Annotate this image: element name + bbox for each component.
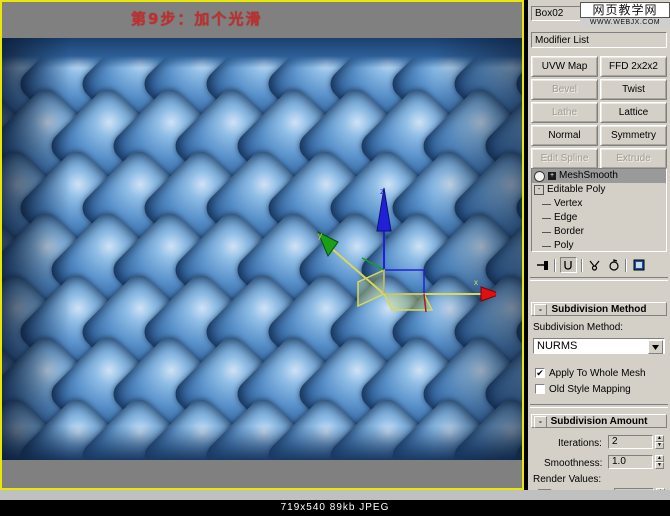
stack-item-label: Edge <box>554 212 578 223</box>
rollout-header-subdivision-method[interactable]: - Subdivision Method <box>531 302 667 316</box>
smoothness-field[interactable]: 1.0 <box>608 455 653 469</box>
label-old-style-mapping: Old Style Mapping <box>549 384 631 395</box>
modifier-button-twist[interactable]: Twist <box>600 79 667 100</box>
label-smoothness: Smoothness: <box>544 458 603 469</box>
command-panel: Box02 Modifier List UVW Map FFD 2x2x2 Beve… <box>528 0 670 500</box>
chevron-down-icon[interactable] <box>648 340 663 354</box>
show-end-result-icon[interactable] <box>560 257 577 273</box>
stack-item-vertex[interactable]: Vertex <box>532 197 666 211</box>
iterations-field[interactable]: 2 <box>608 435 653 449</box>
axis-label-y: y <box>318 231 322 240</box>
modifier-button-extrude: Extrude <box>600 148 667 169</box>
stack-item-poly[interactable]: Poly <box>532 239 666 251</box>
stack-item-label: Vertex <box>554 198 583 209</box>
stack-item-editable-poly[interactable]: - Editable Poly <box>532 183 666 197</box>
make-unique-icon[interactable] <box>587 258 602 272</box>
modifier-button-row: Normal Symmetry <box>531 125 667 146</box>
modifier-button-bevel: Bevel <box>531 79 598 100</box>
smoothness-spinner[interactable]: ▲ ▼ <box>655 455 664 469</box>
tutorial-step-annotation: 第9步：加个光滑 <box>131 10 263 28</box>
app-window: 第9步：加个光滑 x y z Box02 Modifier List UVW M… <box>0 0 670 516</box>
expand-plus-icon[interactable]: + <box>548 172 556 180</box>
tree-branch-icon <box>542 231 551 233</box>
stack-item-label: MeshSmooth <box>559 170 618 181</box>
spinner-down-icon[interactable]: ▼ <box>655 442 664 449</box>
subdivision-method-value: NURMS <box>537 340 578 352</box>
iterations-spinner[interactable]: ▲ ▼ <box>655 435 664 449</box>
modifier-button-row: UVW Map FFD 2x2x2 <box>531 56 667 77</box>
collapse-minus-icon[interactable]: - <box>534 185 544 195</box>
modifier-button-row: Lathe Lattice <box>531 102 667 123</box>
tree-branch-icon <box>542 217 551 219</box>
spinner-up-icon[interactable]: ▲ <box>655 435 664 442</box>
panel-divider-1 <box>530 277 668 281</box>
subdivision-method-select[interactable]: NURMS <box>533 338 665 354</box>
apply-whole-mesh-checkbox[interactable]: ✔ <box>535 368 545 378</box>
modifier-button-uvw-map[interactable]: UVW Map <box>531 56 598 77</box>
modifier-button-edit-spline: Edit Spline <box>531 148 598 169</box>
modifier-button-normal[interactable]: Normal <box>531 125 598 146</box>
label-iterations: Iterations: <box>558 438 602 449</box>
axis-label-z: z <box>380 187 384 196</box>
toolbar-separator-3 <box>625 258 627 272</box>
panel-divider-2 <box>530 404 668 408</box>
rollout-title-subdivision-amount: Subdivision Amount <box>550 416 648 427</box>
stack-item-border[interactable]: Border <box>532 225 666 239</box>
sofa-left-shading <box>0 38 70 460</box>
stack-item-label: Border <box>554 226 585 237</box>
modifier-button-lattice[interactable]: Lattice <box>600 102 667 123</box>
viewport-perspective[interactable]: 第9步：加个光滑 x y z <box>0 0 524 500</box>
spinner-down-icon[interactable]: ▼ <box>655 462 664 469</box>
modifier-button-lathe: Lathe <box>531 102 598 123</box>
stack-item-label: Editable Poly <box>547 184 606 195</box>
label-apply-whole-mesh: Apply To Whole Mesh <box>549 368 646 379</box>
modifier-button-row: Edit Spline Extrude <box>531 148 667 169</box>
stack-item-edge[interactable]: Edge <box>532 211 666 225</box>
tree-branch-icon <box>542 245 551 247</box>
configure-modifier-sets-icon[interactable] <box>631 258 646 272</box>
pin-stack-icon[interactable] <box>535 258 550 272</box>
modifier-button-symmetry[interactable]: Symmetry <box>600 125 667 146</box>
modifier-stack[interactable]: + MeshSmooth - Editable Poly Vertex Edge Borde… <box>531 168 667 252</box>
old-style-mapping-checkbox[interactable] <box>535 384 545 394</box>
toolbar-separator-1 <box>554 258 556 272</box>
stack-item-meshsmooth[interactable]: + MeshSmooth <box>532 169 666 183</box>
watermark-chinese: 网页教学网 <box>580 2 670 18</box>
rollout-collapse-icon-1[interactable]: - <box>534 304 547 316</box>
modifier-list-dropdown[interactable]: Modifier List <box>531 32 667 48</box>
transform-gizmo[interactable]: x y z <box>296 186 496 316</box>
rollout-collapse-icon-2[interactable]: - <box>534 416 547 428</box>
rollout-header-subdivision-amount[interactable]: - Subdivision Amount <box>531 414 667 428</box>
spinner-up-icon[interactable]: ▲ <box>655 455 664 462</box>
site-watermark: 网页教学网 WWW.WEBJX.COM <box>580 2 670 28</box>
stack-toolbar <box>531 256 667 274</box>
label-render-values: Render Values: <box>533 474 602 485</box>
modifier-button-row: Bevel Twist <box>531 79 667 100</box>
modifier-button-set: UVW Map FFD 2x2x2 Bevel Twist Lathe Lattice No… <box>531 56 667 171</box>
remove-modifier-icon[interactable] <box>606 258 621 272</box>
bottom-gray-bar <box>0 490 670 500</box>
axis-label-x: x <box>474 278 478 287</box>
rollout-title-subdivision-method: Subdivision Method <box>551 304 647 315</box>
stack-item-label: Poly <box>554 240 574 251</box>
light-bulb-icon[interactable] <box>534 170 545 182</box>
tree-branch-icon <box>542 203 551 205</box>
image-status-bar: 719x540 89kb JPEG <box>0 500 670 516</box>
toolbar-separator-2 <box>581 258 583 272</box>
watermark-url: WWW.WEBJX.COM <box>580 18 670 27</box>
modifier-button-ffd-2x2x2[interactable]: FFD 2x2x2 <box>600 56 667 77</box>
label-subdivision-method: Subdivision Method: <box>533 322 624 333</box>
